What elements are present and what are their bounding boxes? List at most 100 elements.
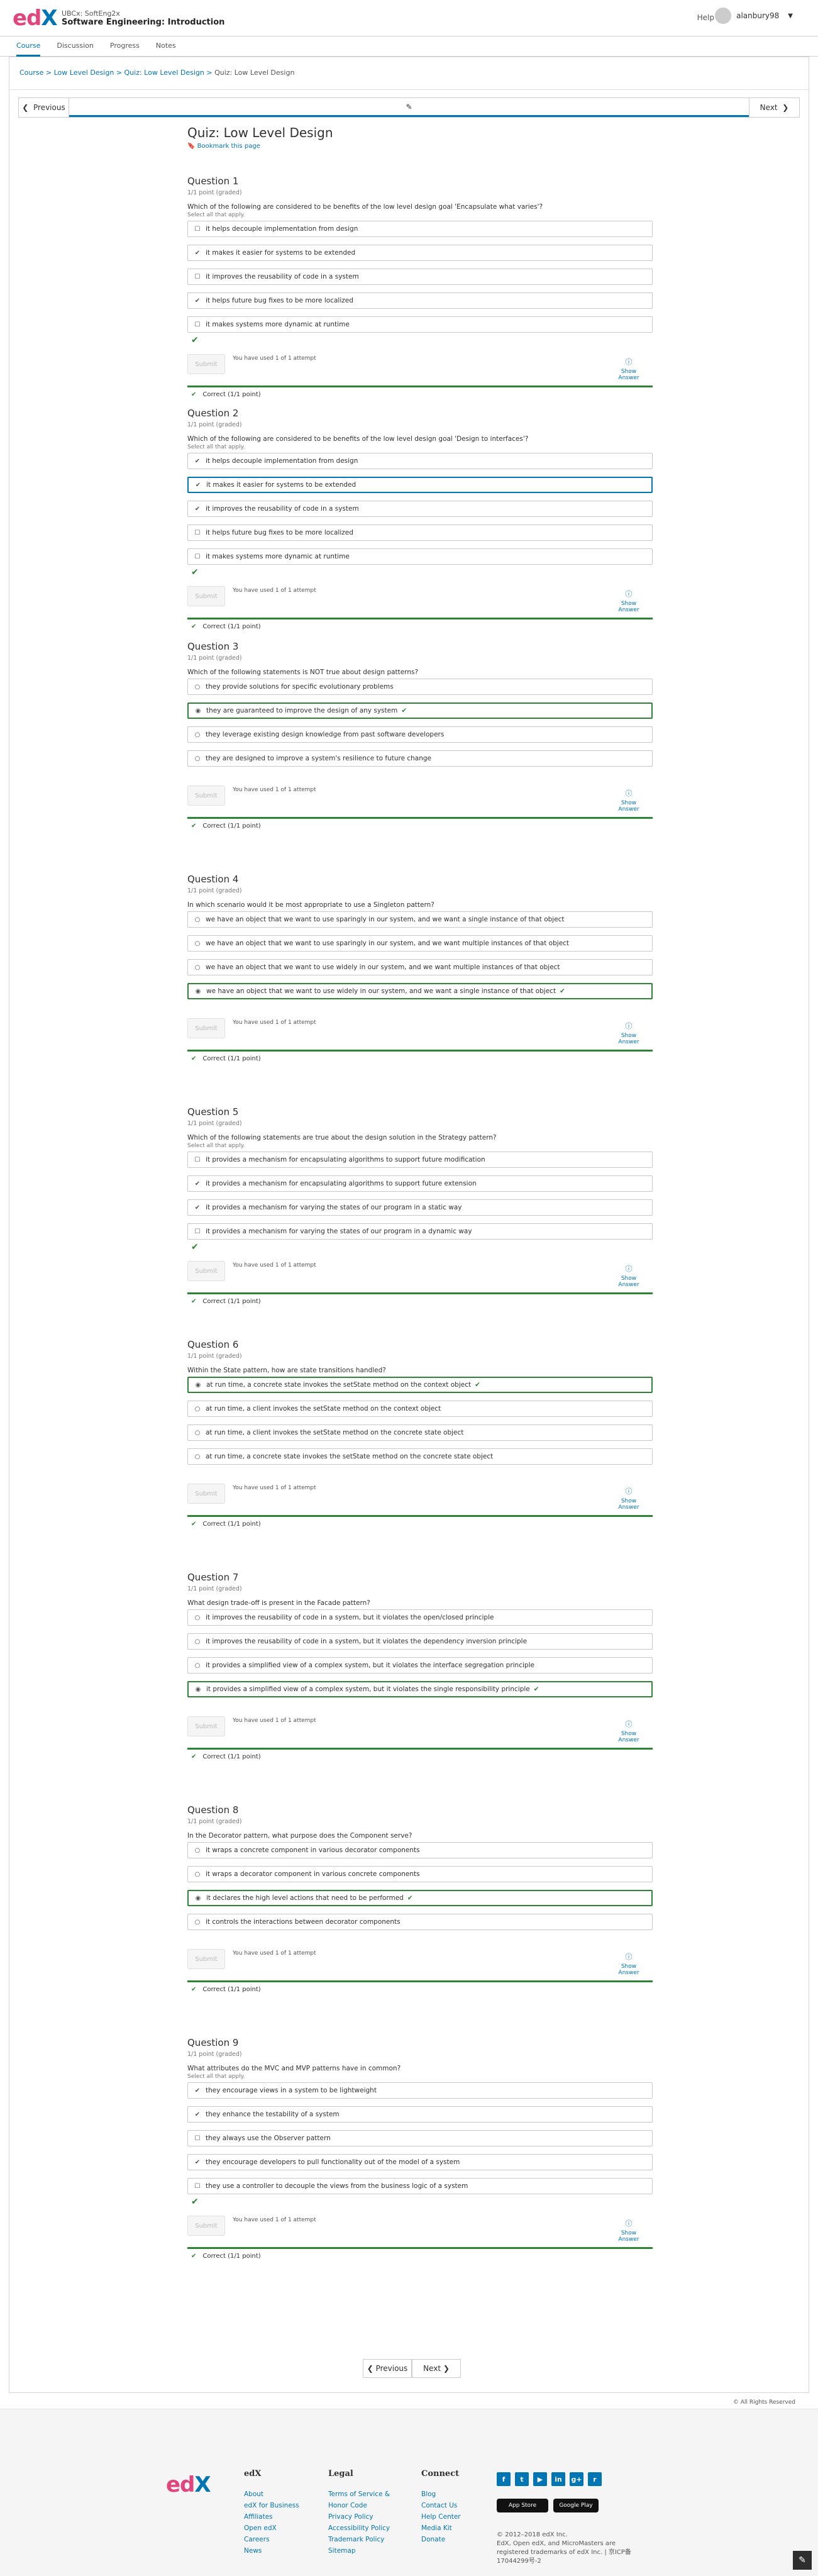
footer-link[interactable]: Contact Us bbox=[421, 2500, 461, 2511]
checkbox-icon[interactable]: ☐ bbox=[194, 226, 201, 233]
footer-link[interactable]: Blog bbox=[421, 2489, 461, 2500]
answer-option[interactable]: ○ we have an object that we want to use s… bbox=[187, 935, 653, 952]
checkbox-icon[interactable]: ☐ bbox=[194, 321, 201, 328]
twitter-icon[interactable]: t bbox=[515, 2472, 529, 2486]
help-link[interactable]: Help bbox=[697, 13, 714, 22]
show-answer-button[interactable]: ⓘ Show Answer bbox=[610, 1719, 648, 1743]
checkbox-checked-icon[interactable]: ✔ bbox=[194, 1204, 201, 1211]
checkbox-checked-icon[interactable]: ✔ bbox=[194, 2159, 201, 2166]
radio-icon[interactable]: ○ bbox=[194, 1406, 201, 1413]
answer-option[interactable]: ○ it improves the reusability of code in … bbox=[187, 1633, 653, 1650]
user-menu[interactable]: alanbury98 ▼ bbox=[715, 8, 793, 24]
edit-pen-icon[interactable]: ✎ bbox=[793, 2551, 812, 2570]
answer-option[interactable]: ◉ they are guaranteed to improve the desi… bbox=[187, 702, 653, 719]
footer-link[interactable]: Terms of Service & Honor Code bbox=[328, 2489, 397, 2511]
answer-option[interactable]: ✔ it provides a mechanism for encapsulati… bbox=[187, 1175, 653, 1192]
answer-option[interactable]: ✔ it improves the reusability of code in … bbox=[187, 501, 653, 517]
radio-icon[interactable]: ○ bbox=[194, 940, 201, 947]
tab-course[interactable]: Course bbox=[16, 36, 41, 57]
answer-option[interactable]: ◉ we have an object that we want to use w… bbox=[187, 983, 653, 999]
radio-checked-icon[interactable]: ◉ bbox=[195, 1686, 201, 1693]
answer-option[interactable]: ☐ it provides a mechanism for encapsulati… bbox=[187, 1152, 653, 1168]
bookmark-link[interactable]: 🔖 Bookmark this page bbox=[187, 143, 260, 150]
answer-option[interactable]: ○ at run time, a client invokes the setSt… bbox=[187, 1424, 653, 1441]
answer-option[interactable]: ○ they are designed to improve a system's… bbox=[187, 750, 653, 767]
tab-progress[interactable]: Progress bbox=[110, 36, 140, 57]
show-answer-button[interactable]: ⓘ Show Answer bbox=[610, 1951, 648, 1976]
radio-icon[interactable]: ○ bbox=[194, 1919, 201, 1926]
answer-option[interactable]: ✔ it makes it easier for systems to be ex… bbox=[187, 245, 653, 261]
checkbox-checked-icon[interactable]: ✔ bbox=[194, 297, 201, 304]
show-answer-button[interactable]: ⓘ Show Answer bbox=[610, 357, 648, 381]
answer-option[interactable]: ☐ it makes systems more dynamic at runtim… bbox=[187, 316, 653, 333]
checkbox-icon[interactable]: ☐ bbox=[194, 553, 201, 560]
submit-button[interactable]: Submit bbox=[187, 586, 225, 606]
answer-option[interactable]: ☐ it helps future bug fixes to be more lo… bbox=[187, 525, 653, 541]
radio-checked-icon[interactable]: ◉ bbox=[195, 708, 201, 714]
google-play-badge[interactable]: Google Play bbox=[553, 2499, 599, 2512]
answer-option[interactable]: ✔ it provides a mechanism for varying the… bbox=[187, 1199, 653, 1216]
checkbox-icon[interactable]: ☐ bbox=[194, 274, 201, 280]
bottom-previous-button[interactable]: ❮ Previous bbox=[363, 2359, 412, 2378]
show-answer-button[interactable]: ⓘ Show Answer bbox=[610, 1263, 648, 1288]
submit-button[interactable]: Submit bbox=[187, 1484, 225, 1504]
radio-icon[interactable]: ○ bbox=[194, 1847, 201, 1854]
answer-option[interactable]: ✔ they encourage views in a system to be … bbox=[187, 2082, 653, 2099]
radio-icon[interactable]: ○ bbox=[194, 684, 201, 691]
radio-checked-icon[interactable]: ◉ bbox=[195, 988, 201, 995]
checkbox-icon[interactable]: ☐ bbox=[194, 1228, 201, 1235]
breadcrumb-subsection[interactable]: Quiz: Low Level Design bbox=[124, 69, 204, 77]
footer-link[interactable]: About bbox=[244, 2489, 299, 2500]
answer-option[interactable]: ○ it controls the interactions between de… bbox=[187, 1914, 653, 1930]
footer-link[interactable]: News bbox=[244, 2545, 299, 2557]
footer-link[interactable]: Media Kit bbox=[421, 2523, 461, 2534]
checkbox-icon[interactable]: ☐ bbox=[194, 1157, 201, 1163]
answer-option[interactable]: ☐ they use a controller to decouple the v… bbox=[187, 2178, 653, 2194]
unit-tab-active[interactable]: ✎ bbox=[69, 98, 749, 117]
breadcrumb-section[interactable]: Low Level Design bbox=[54, 69, 114, 77]
answer-option[interactable]: ✔ it makes it easier for systems to be ex… bbox=[187, 477, 653, 493]
radio-icon[interactable]: ○ bbox=[194, 731, 201, 738]
radio-icon[interactable]: ○ bbox=[194, 1453, 201, 1460]
tab-discussion[interactable]: Discussion bbox=[57, 36, 94, 57]
answer-option[interactable]: ○ they provide solutions for specific evo… bbox=[187, 679, 653, 695]
checkbox-icon[interactable]: ☐ bbox=[194, 2135, 201, 2142]
show-answer-button[interactable]: ⓘ Show Answer bbox=[610, 589, 648, 613]
footer-link[interactable]: Trademark Policy bbox=[328, 2534, 397, 2545]
radio-icon[interactable]: ○ bbox=[194, 964, 201, 971]
facebook-icon[interactable]: f bbox=[497, 2472, 511, 2486]
answer-option[interactable]: ☐ it provides a mechanism for varying the… bbox=[187, 1223, 653, 1240]
answer-option[interactable]: ○ it wraps a concrete component in variou… bbox=[187, 1842, 653, 1858]
answer-option[interactable]: ○ we have an object that we want to use s… bbox=[187, 911, 653, 928]
submit-button[interactable]: Submit bbox=[187, 354, 225, 374]
show-answer-button[interactable]: ⓘ Show Answer bbox=[610, 2218, 648, 2243]
chevron-down-icon[interactable]: ▼ bbox=[788, 13, 793, 19]
answer-option[interactable]: ○ it improves the reusability of code in … bbox=[187, 1609, 653, 1626]
answer-option[interactable]: ○ at run time, a client invokes the setSt… bbox=[187, 1401, 653, 1417]
footer-link[interactable]: edX for Business bbox=[244, 2500, 299, 2511]
linkedin-icon[interactable]: in bbox=[551, 2472, 565, 2486]
answer-option[interactable]: ☐ they always use the Observer pattern bbox=[187, 2130, 653, 2146]
checkbox-checked-icon[interactable]: ✔ bbox=[195, 482, 201, 489]
footer-link[interactable]: Open edX bbox=[244, 2523, 299, 2534]
answer-option[interactable]: ◉ it declares the high level actions that… bbox=[187, 1890, 653, 1906]
checkbox-icon[interactable]: ☐ bbox=[194, 2183, 201, 2190]
app-store-badge[interactable]: App Store bbox=[497, 2499, 548, 2512]
submit-button[interactable]: Submit bbox=[187, 1261, 225, 1281]
answer-option[interactable]: ✔ it helps decouple implementation from d… bbox=[187, 453, 653, 469]
radio-icon[interactable]: ○ bbox=[194, 916, 201, 923]
answer-option[interactable]: ✔ it helps future bug fixes to be more lo… bbox=[187, 292, 653, 309]
answer-option[interactable]: ○ it wraps a decorator component in vario… bbox=[187, 1866, 653, 1882]
bottom-next-button[interactable]: Next ❯ bbox=[412, 2359, 461, 2378]
youtube-icon[interactable]: ▶ bbox=[533, 2472, 547, 2486]
answer-option[interactable]: ◉ it provides a simplified view of a comp… bbox=[187, 1681, 653, 1697]
checkbox-icon[interactable]: ☐ bbox=[194, 530, 201, 536]
answer-option[interactable]: ○ we have an object that we want to use w… bbox=[187, 959, 653, 975]
radio-icon[interactable]: ○ bbox=[194, 1871, 201, 1878]
submit-button[interactable]: Submit bbox=[187, 1949, 225, 1969]
radio-icon[interactable]: ○ bbox=[194, 1430, 201, 1436]
radio-icon[interactable]: ○ bbox=[194, 1638, 201, 1645]
show-answer-button[interactable]: ⓘ Show Answer bbox=[610, 1486, 648, 1511]
answer-option[interactable]: ☐ it helps decouple implementation from d… bbox=[187, 221, 653, 237]
answer-option[interactable]: ✔ they encourage developers to pull funct… bbox=[187, 2154, 653, 2170]
